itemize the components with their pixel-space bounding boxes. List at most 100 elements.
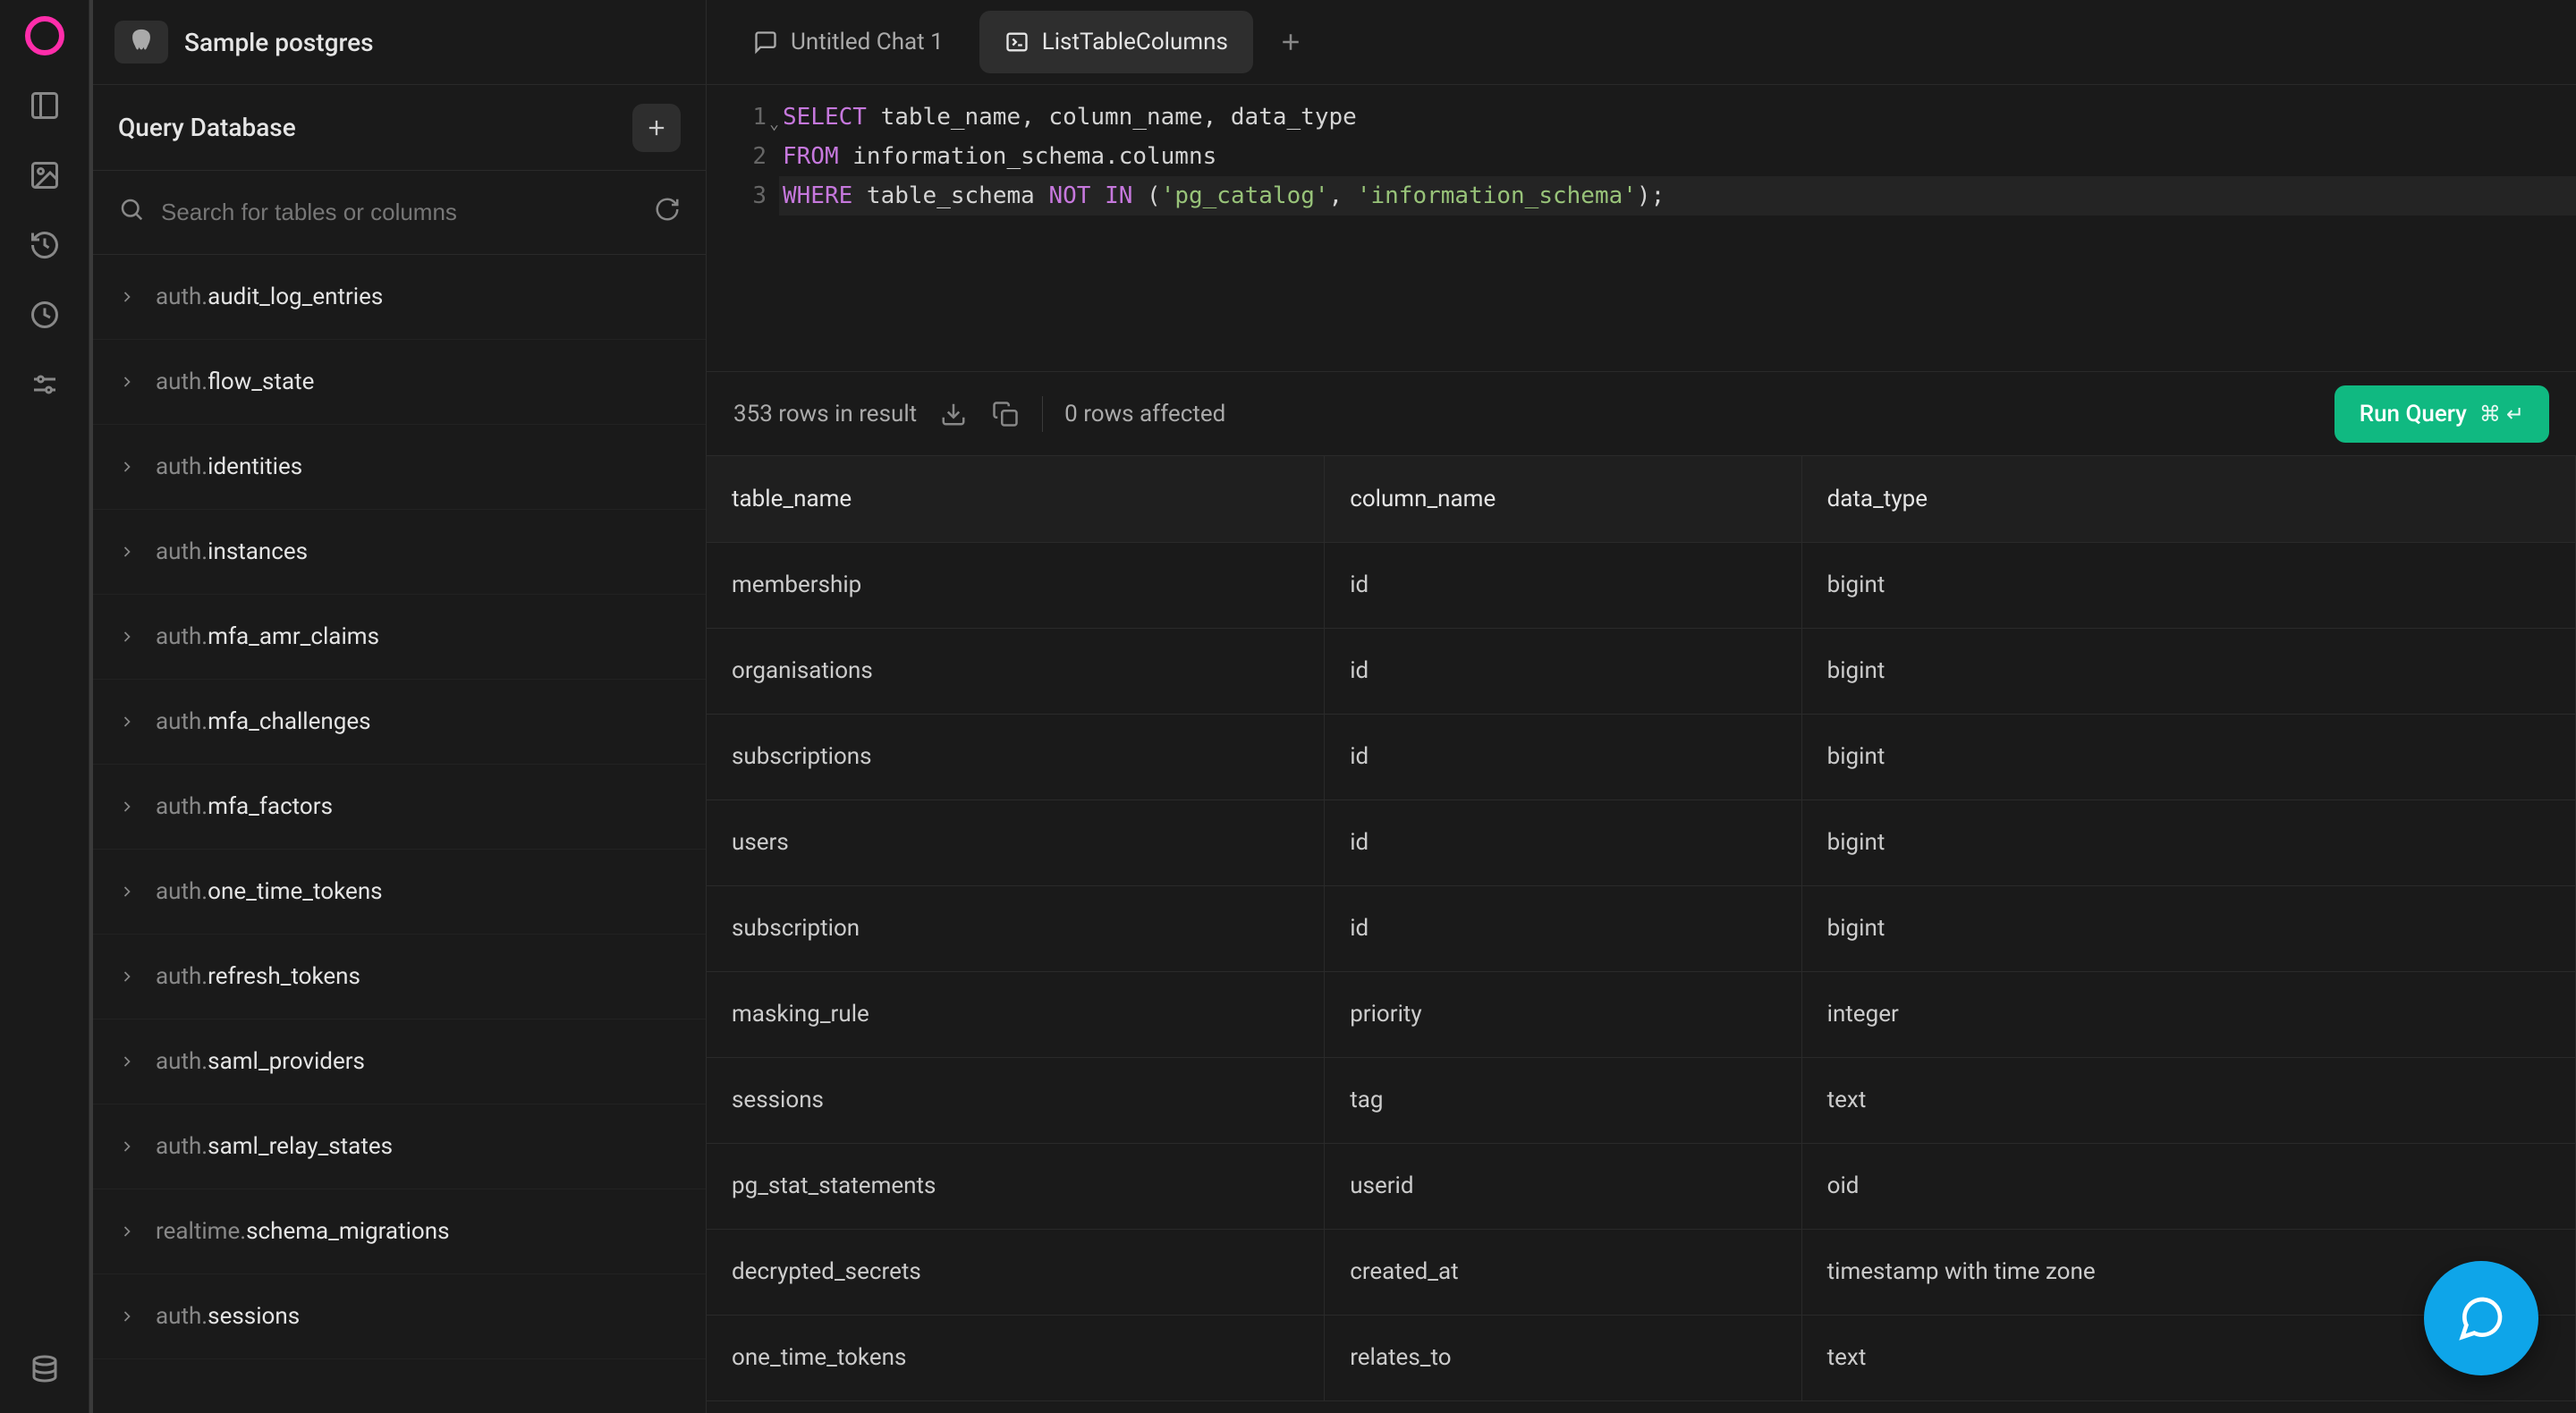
table-item[interactable]: auth.sessions — [93, 1274, 706, 1359]
column-header[interactable]: data_type — [1801, 456, 2575, 542]
table-cell: masking_rule — [707, 971, 1325, 1057]
chevron-right-icon — [118, 373, 140, 391]
table-row[interactable]: membershipidbigint — [707, 542, 2576, 628]
table-row[interactable]: organisationsidbigint — [707, 628, 2576, 714]
chevron-right-icon — [118, 883, 140, 901]
table-cell: membership — [707, 542, 1325, 628]
run-query-button[interactable]: Run Query ⌘ ↵ — [2334, 385, 2549, 443]
history-icon[interactable] — [23, 224, 66, 267]
table-item[interactable]: auth.mfa_amr_claims — [93, 595, 706, 680]
download-icon[interactable] — [938, 399, 969, 429]
chevron-right-icon — [118, 798, 140, 816]
table-cell: tag — [1325, 1057, 1801, 1143]
table-item[interactable]: auth.one_time_tokens — [93, 850, 706, 935]
schema-prefix: auth. — [156, 538, 208, 565]
table-cell: created_at — [1325, 1229, 1801, 1315]
table-row[interactable]: subscriptionsidbigint — [707, 714, 2576, 800]
table-cell: one_time_tokens — [707, 1315, 1325, 1400]
table-cell: pg_stat_statements — [707, 1143, 1325, 1229]
chevron-right-icon — [118, 1223, 140, 1240]
table-cell: bigint — [1801, 542, 2575, 628]
table-cell: users — [707, 800, 1325, 885]
new-query-button[interactable] — [632, 104, 681, 152]
postgres-icon[interactable] — [114, 21, 168, 63]
table-item[interactable]: auth.mfa_challenges — [93, 680, 706, 765]
tab-chat[interactable]: Untitled Chat 1 — [728, 11, 969, 73]
table-name: sessions — [208, 1303, 300, 1330]
table-name: one_time_tokens — [208, 878, 382, 905]
table-row[interactable]: masking_rulepriorityinteger — [707, 971, 2576, 1057]
table-item[interactable]: realtime.schema_migrations — [93, 1189, 706, 1274]
table-name: audit_log_entries — [208, 283, 383, 310]
table-cell: integer — [1801, 971, 2575, 1057]
copy-icon[interactable] — [990, 399, 1021, 429]
table-cell: oid — [1801, 1143, 2575, 1229]
schema-prefix: auth. — [156, 1133, 208, 1160]
clock-icon[interactable] — [23, 293, 66, 336]
table-name: identities — [208, 453, 302, 480]
chat-fab[interactable] — [2424, 1261, 2538, 1375]
tab-query[interactable]: ListTableColumns — [979, 11, 1253, 73]
table-cell: organisations — [707, 628, 1325, 714]
schema-prefix: auth. — [156, 708, 208, 735]
table-item[interactable]: auth.saml_providers — [93, 1020, 706, 1104]
schema-prefix: auth. — [156, 963, 208, 990]
chevron-right-icon — [118, 288, 140, 306]
chevron-right-icon — [118, 1138, 140, 1155]
sidebar-header: Sample postgres — [93, 0, 706, 85]
table-name: schema_migrations — [246, 1218, 449, 1245]
schema-prefix: auth. — [156, 1303, 208, 1330]
row-count: 353 rows in result — [733, 401, 917, 427]
table-item[interactable]: auth.mfa_factors — [93, 765, 706, 850]
logo-icon[interactable] — [23, 14, 66, 57]
table-row[interactable]: usersidbigint — [707, 800, 2576, 885]
settings-icon[interactable] — [23, 363, 66, 406]
add-tab-button[interactable] — [1264, 15, 1318, 69]
image-icon[interactable] — [23, 154, 66, 197]
table-item[interactable]: auth.saml_relay_states — [93, 1104, 706, 1189]
table-name: mfa_challenges — [208, 708, 370, 735]
table-item[interactable]: auth.refresh_tokens — [93, 935, 706, 1020]
chevron-right-icon — [118, 1307, 140, 1325]
column-header[interactable]: column_name — [1325, 456, 1801, 542]
table-row[interactable]: sessionstagtext — [707, 1057, 2576, 1143]
divider — [1042, 396, 1043, 432]
panel-icon[interactable] — [23, 84, 66, 127]
table-name: mfa_amr_claims — [208, 623, 379, 650]
table-name: flow_state — [208, 368, 314, 395]
table-row[interactable]: one_time_tokensrelates_totext — [707, 1315, 2576, 1400]
table-cell: userid — [1325, 1143, 1801, 1229]
column-header[interactable]: table_name — [707, 456, 1325, 542]
chevron-right-icon — [118, 543, 140, 561]
schema-prefix: realtime. — [156, 1218, 246, 1245]
database-icon[interactable] — [23, 1349, 66, 1392]
table-row[interactable]: pg_stat_statementsuseridoid — [707, 1143, 2576, 1229]
line-gutter: 1⌄ 2 3 — [707, 97, 783, 359]
table-item[interactable]: auth.instances — [93, 510, 706, 595]
table-item[interactable]: auth.identities — [93, 425, 706, 510]
table-item[interactable]: auth.flow_state — [93, 340, 706, 425]
schema-prefix: auth. — [156, 1048, 208, 1075]
chevron-right-icon — [118, 458, 140, 476]
table-row[interactable]: subscriptionidbigint — [707, 885, 2576, 971]
table-cell: subscription — [707, 885, 1325, 971]
refresh-icon[interactable] — [654, 196, 681, 229]
schema-prefix: auth. — [156, 623, 208, 650]
schema-prefix: auth. — [156, 368, 208, 395]
schema-prefix: auth. — [156, 453, 208, 480]
table-cell: subscriptions — [707, 714, 1325, 800]
table-cell: id — [1325, 542, 1801, 628]
table-name: saml_relay_states — [208, 1133, 393, 1160]
table-cell: bigint — [1801, 714, 2575, 800]
table-row[interactable]: decrypted_secretscreated_attimestamp wit… — [707, 1229, 2576, 1315]
results-table: table_namecolumn_namedata_type membershi… — [707, 456, 2576, 1413]
main: Untitled Chat 1 ListTableColumns 1⌄ 2 3 … — [707, 0, 2576, 1413]
table-item[interactable]: auth.audit_log_entries — [93, 255, 706, 340]
schema-prefix: auth. — [156, 793, 208, 820]
sidebar: Sample postgres Query Database auth.audi… — [89, 0, 707, 1413]
table-cell: sessions — [707, 1057, 1325, 1143]
search-input[interactable] — [161, 199, 638, 226]
run-label: Run Query — [2360, 401, 2467, 427]
sql-editor[interactable]: 1⌄ 2 3 SELECT table_name, column_name, d… — [707, 85, 2576, 371]
table-cell: relates_to — [1325, 1315, 1801, 1400]
